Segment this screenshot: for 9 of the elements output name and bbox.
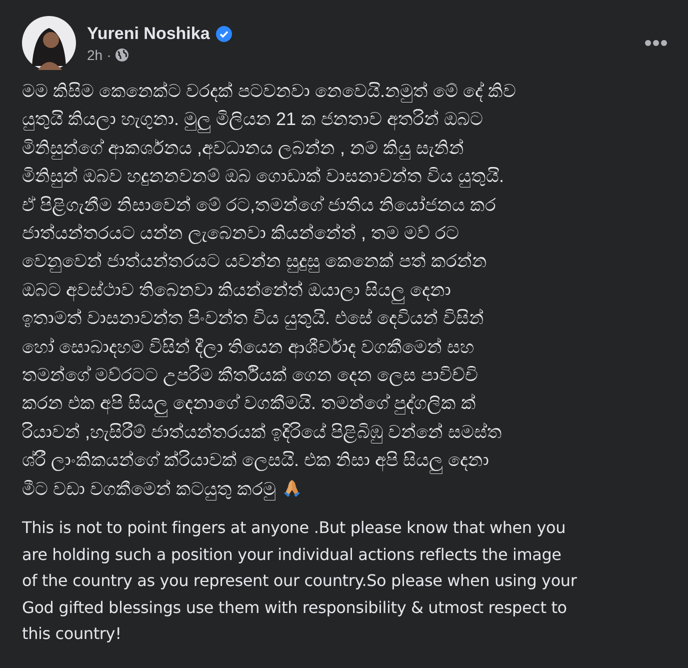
more-options-icon[interactable] <box>644 39 668 47</box>
author-name[interactable]: Yureni Noshika <box>87 24 210 44</box>
post-time[interactable]: 2h <box>87 46 103 62</box>
separator: · <box>106 46 112 62</box>
globe-icon[interactable] <box>115 48 130 62</box>
post-text: මම කිසිම කෙනෙක්ට වරදක් පටවනවා නෙවෙයි.නමුත් මේ දේ කිව යුතුයි කියලා හැගුනා. මුලු මිලියන 21 ක ජනතාව අතරින් ඔබට මිනිසුන්ගේ ආකර්ශනය ,අවධානය ලබන්න , නම කියු සැනින් මිනිසුන් ඔබව හදුනනවනම් ඔබ ගොඩාක් වාසනාවන්ත විය යුතුයි. ඒ පිළිගැනීම නිසාවෙන් මේ රට,තමන්ගේ ජාතිය නියෝජනය කර ජාත්යන්තරයට යන්න ලැබෙනවා කියන්නේත් , තම මව් රට වෙනුවෙන් ජාත්යන්තරයට යවන්න සුදුසු කෙනෙක් පත් කරන්න ඔබට අවස්ථාව තිබෙනවා කියන්නේත් ඔයාලා සියලු දෙනා ඉතාමත් වාසනාවන්ත පිංවන්ත විය යුතුයි. එසේ දෙවියන් විසින් හෝ සොබාදහම විසින් දීලා තියෙන ආශීර්වාද වගකීමෙන් සහ තමන්ගේ මව්රටට උපරිම කීර්තියක් ගෙන දෙන ලෙස පාවිච්චි කරන එක අපි සියලු දෙනාගේ වගකීමයි. තමන්ගේ පුද්ගලික ක් රියාවන් ,හැසිරීම් ජාත්යන්තරයක් ඉදිරියේ පිළිබිඹු වන්නේ සමස්ත ශ්රී ලාංකිකයන්ගේ ක්රියාවක් ලෙසයි. එක නිසා අපි සියලු දෙනා මීට වඩා වගකීමෙන් කටයුතු කරමු <box>22 80 518 502</box>
avatar[interactable] <box>22 16 76 70</box>
praying-hands-icon <box>282 478 302 498</box>
post-text: This is not to point fingers at anyone .But please know that when you are holding such a position your individual actions reflects the image of the country as you represent our country.So please when using your God gifted blessings use them with responsibility & utmost respect to this country! <box>22 517 578 646</box>
